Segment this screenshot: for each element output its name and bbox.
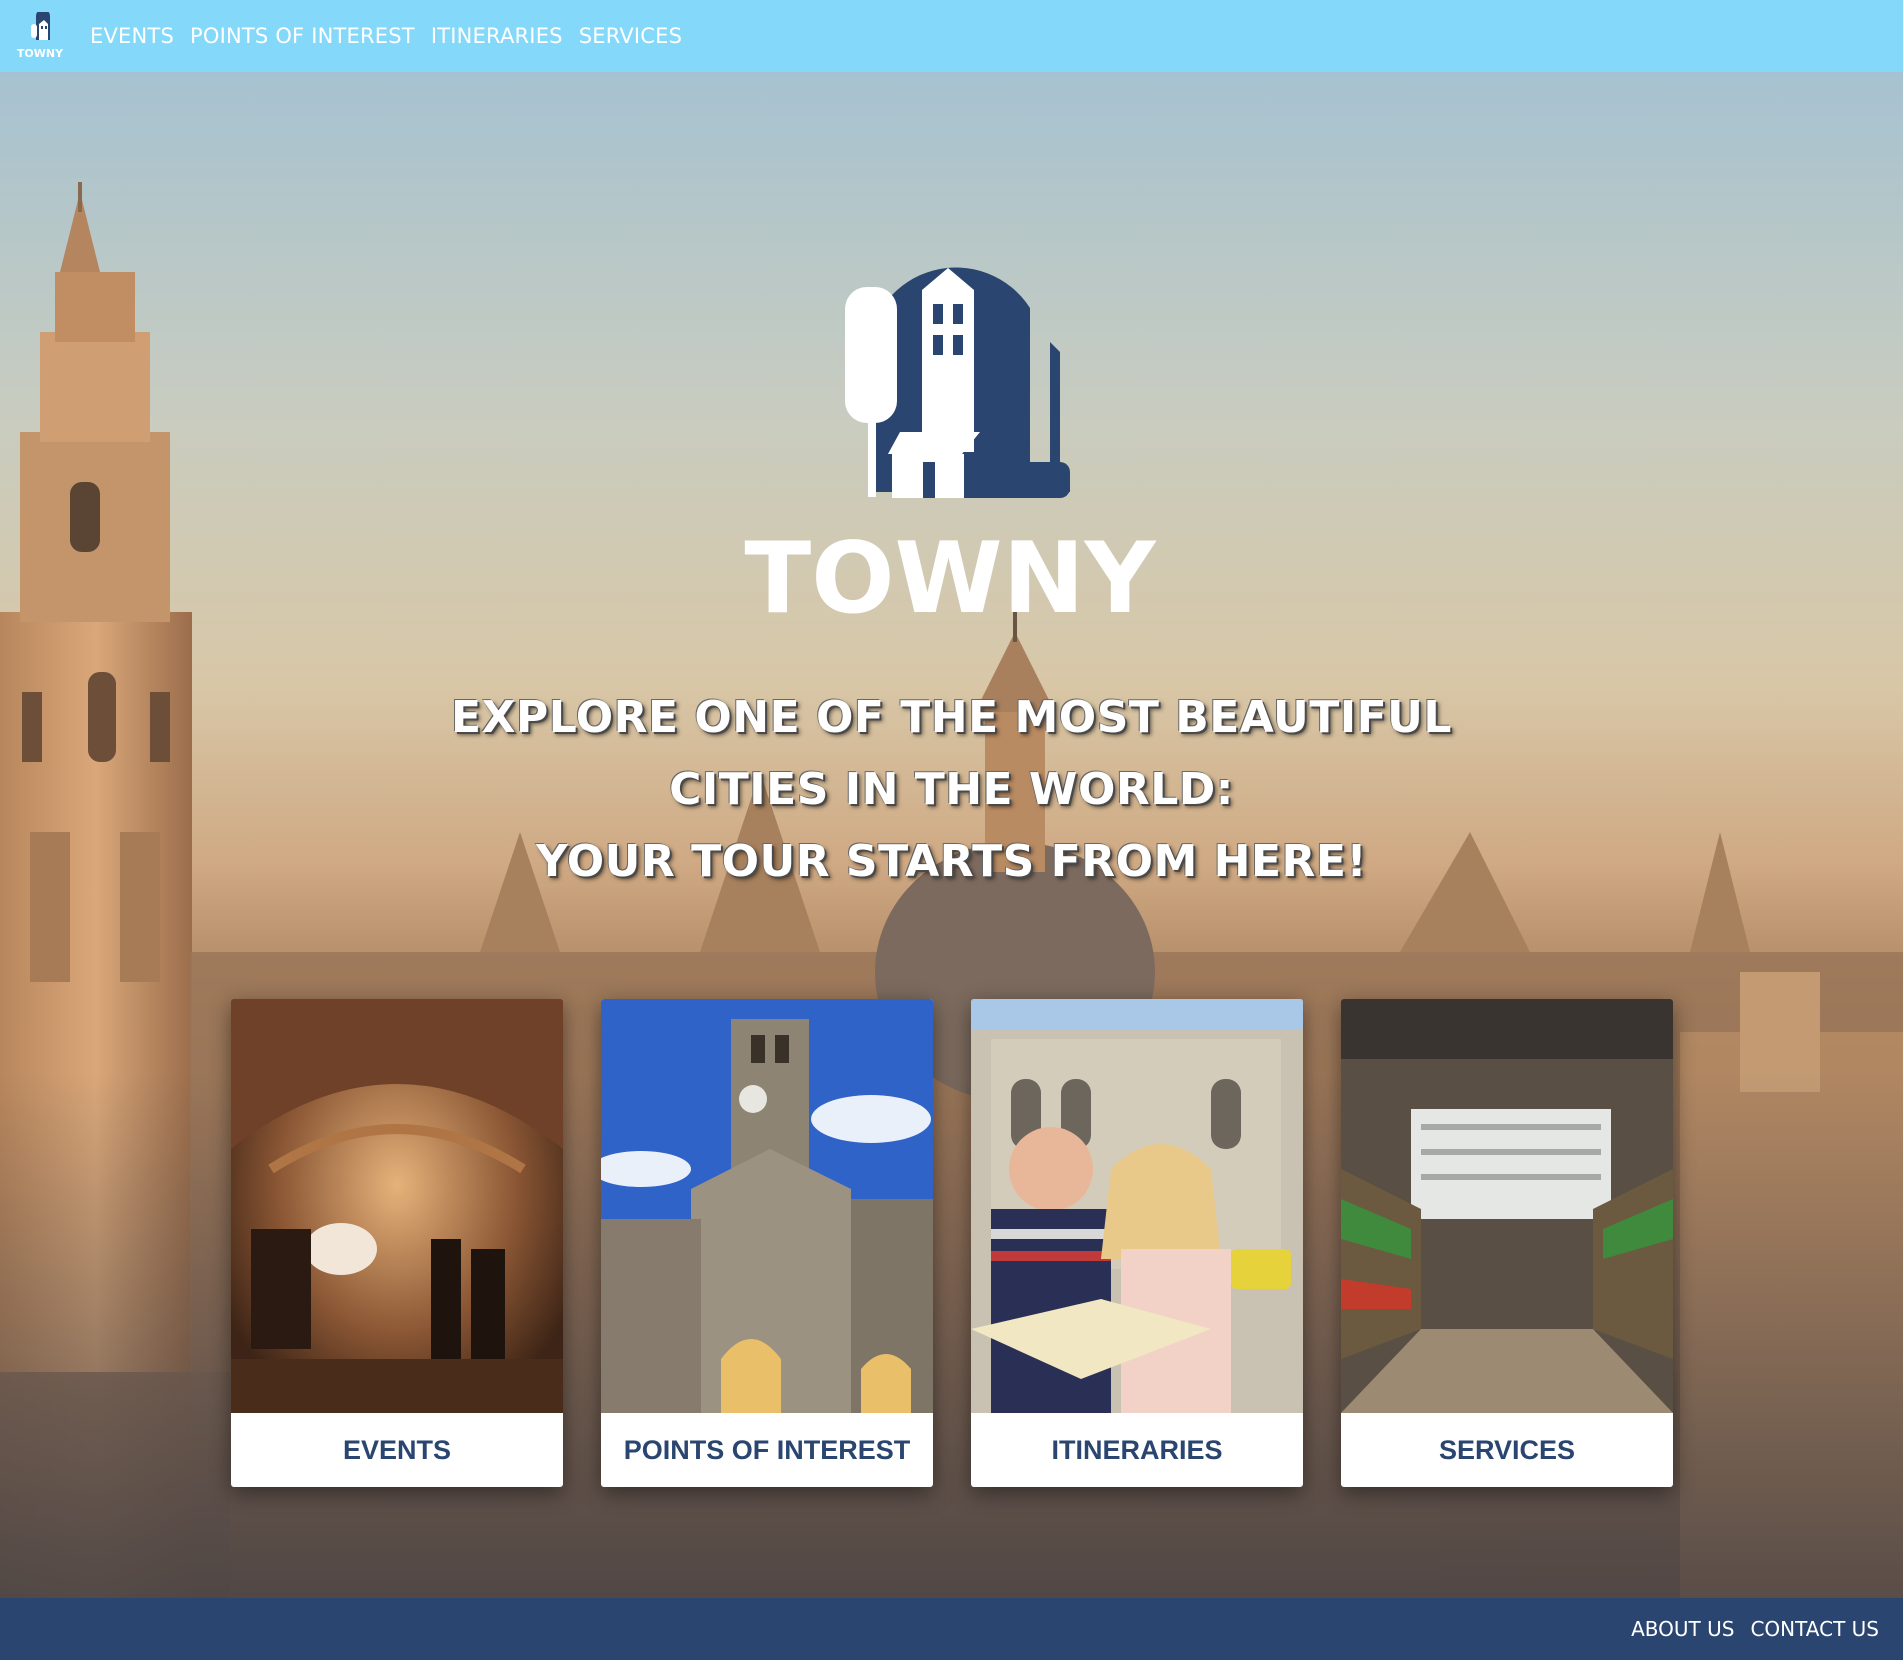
card-services[interactable]: SERVICES <box>1341 999 1673 1487</box>
card-events[interactable]: EVENTS <box>231 999 563 1487</box>
tourists-map-photo <box>971 999 1303 1413</box>
footer-links: ABOUT US CONTACT US <box>1615 1598 1879 1660</box>
nav-links: EVENTS POINTS OF INTEREST ITINERARIES SE… <box>90 0 698 72</box>
nav-itineraries-link[interactable]: ITINERARIES <box>431 24 563 48</box>
svg-text:TOWNY: TOWNY <box>17 47 64 60</box>
hero-headline-line-2: CITIES IN THE WORLD: <box>669 764 1234 815</box>
footer-about-us-link[interactable]: ABOUT US <box>1631 1617 1734 1641</box>
card-services-label: SERVICES <box>1438 1434 1576 1465</box>
hero-headline: EXPLORE ONE OF THE MOST BEAUTIFUL CITIES… <box>0 682 1903 898</box>
event-hall-photo <box>231 999 563 1413</box>
nav-events-link[interactable]: EVENTS <box>90 24 174 48</box>
supermarket-photo <box>1341 999 1673 1413</box>
svg-text:TOWNY: TOWNY <box>744 522 1156 636</box>
card-points-of-interest-label: POINTS OF INTEREST <box>623 1434 911 1465</box>
footer-contact-us-link[interactable]: CONTACT US <box>1750 1617 1879 1641</box>
hero-section: TOWNY EXPLORE ONE OF THE MOST BEAUTIFUL … <box>0 72 1903 1598</box>
towny-logo-small[interactable]: TOWNY <box>14 12 66 62</box>
nav-services-link[interactable]: SERVICES <box>579 24 682 48</box>
hero-headline-line-3: YOUR TOUR STARTS FROM HERE! <box>535 836 1368 887</box>
card-points-of-interest[interactable]: POINTS OF INTEREST <box>601 999 933 1487</box>
category-cards: EVENTS POINTS OF INTEREST ITINERARIES SE… <box>231 999 1673 1487</box>
card-itineraries-label: ITINERARIES <box>1051 1434 1223 1465</box>
card-events-label: EVENTS <box>342 1434 452 1465</box>
clock-tower-photo <box>601 999 933 1413</box>
card-itineraries[interactable]: ITINERARIES <box>971 999 1303 1487</box>
footer: ABOUT US CONTACT US <box>0 1598 1903 1660</box>
top-navbar: TOWNY EVENTS POINTS OF INTEREST ITINERAR… <box>0 0 1903 72</box>
towny-logo-large: TOWNY <box>740 192 1160 652</box>
nav-points-of-interest-link[interactable]: POINTS OF INTEREST <box>190 24 415 48</box>
hero-headline-line-1: EXPLORE ONE OF THE MOST BEAUTIFUL <box>451 692 1452 743</box>
